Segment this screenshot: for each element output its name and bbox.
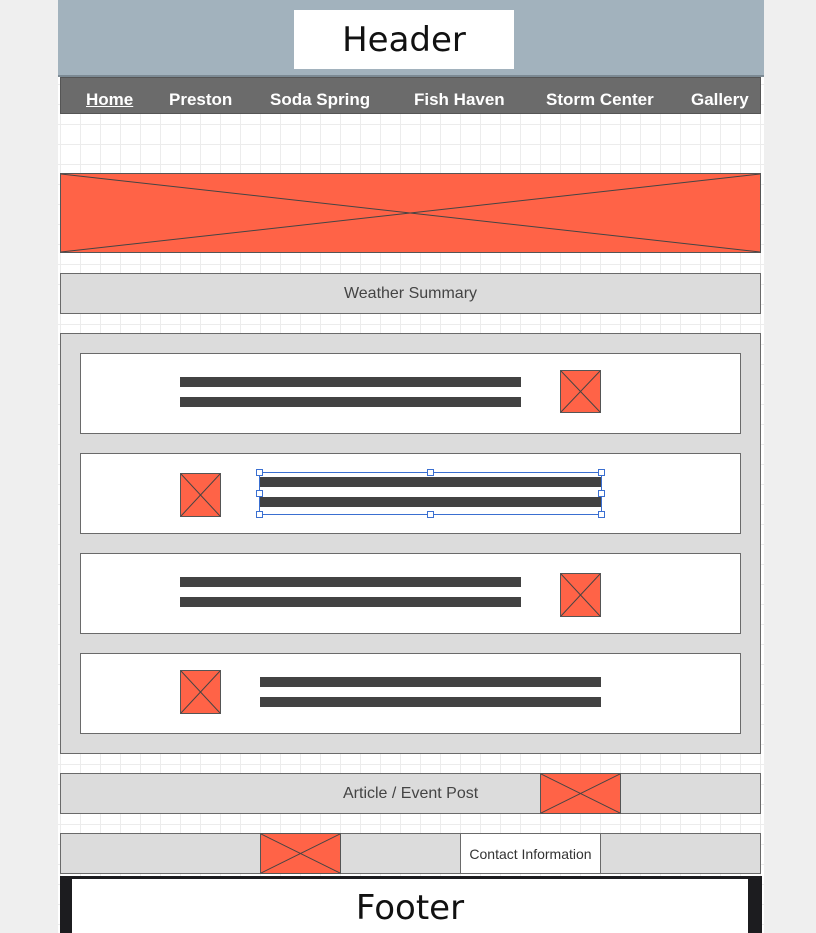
- resize-handle-icon[interactable]: [427, 511, 434, 518]
- article-post-label: Article / Event Post: [343, 785, 479, 802]
- resize-handle-icon[interactable]: [598, 490, 605, 497]
- image-placeholder-icon: [260, 833, 341, 874]
- text-line: [260, 697, 601, 707]
- nav-item-fish-haven[interactable]: Fish Haven: [414, 90, 505, 110]
- text-line: [180, 397, 521, 407]
- resize-handle-icon[interactable]: [598, 469, 605, 476]
- nav-bar: [60, 77, 761, 114]
- text-line: [180, 597, 521, 607]
- hero-image-placeholder-icon: [60, 173, 761, 253]
- image-placeholder-icon: [540, 773, 621, 814]
- contact-info-label: Contact Information: [469, 845, 592, 862]
- nav-item-home[interactable]: Home: [86, 90, 133, 110]
- list-item[interactable]: [80, 353, 741, 434]
- resize-handle-icon[interactable]: [598, 511, 605, 518]
- resize-handle-icon[interactable]: [256, 511, 263, 518]
- resize-handle-icon[interactable]: [256, 469, 263, 476]
- nav-item-gallery[interactable]: Gallery: [691, 90, 749, 110]
- text-line: [260, 677, 601, 687]
- image-placeholder-icon: [180, 670, 221, 714]
- image-placeholder-icon: [560, 573, 601, 617]
- contact-bar: [60, 833, 761, 874]
- contact-info-box: Contact Information: [460, 833, 601, 874]
- weather-summary-bar: Weather Summary: [60, 273, 761, 314]
- text-line: [180, 377, 521, 387]
- image-placeholder-icon: [560, 370, 601, 413]
- header-title: Header: [294, 10, 514, 69]
- nav-item-soda-spring[interactable]: Soda Spring: [270, 90, 370, 110]
- nav-item-preston[interactable]: Preston: [169, 90, 232, 110]
- image-placeholder-icon: [180, 473, 221, 517]
- footer-title: Footer: [72, 879, 748, 933]
- text-line: [180, 577, 521, 587]
- weather-summary-label: Weather Summary: [343, 284, 478, 302]
- resize-handle-icon[interactable]: [427, 469, 434, 476]
- nav-item-storm-center[interactable]: Storm Center: [546, 90, 654, 110]
- list-item[interactable]: [80, 553, 741, 634]
- selection-box[interactable]: [259, 472, 602, 515]
- resize-handle-icon[interactable]: [256, 490, 263, 497]
